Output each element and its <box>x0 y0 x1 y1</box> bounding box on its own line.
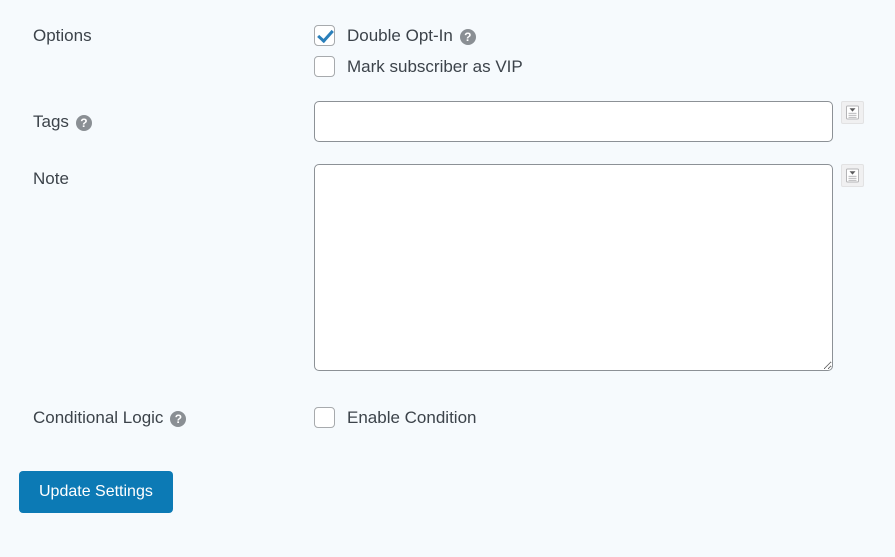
checkbox-mark-vip[interactable]: Mark subscriber as VIP <box>314 51 523 82</box>
double-opt-in-checkbox[interactable] <box>314 25 335 46</box>
note-label-text: Note <box>33 169 69 188</box>
update-settings-button[interactable]: Update Settings <box>19 471 173 513</box>
options-field: Double Opt-In ? Mark subscriber as VIP <box>314 20 895 82</box>
checkbox-double-opt-in[interactable]: Double Opt-In ? <box>314 20 523 51</box>
mark-vip-label[interactable]: Mark subscriber as VIP <box>347 56 523 78</box>
enable-condition-checkbox[interactable] <box>314 407 335 428</box>
subscriber-settings-form: Options Double Opt-In ? Mark subscriber … <box>0 0 895 557</box>
tags-smartcode-button[interactable] <box>841 101 864 124</box>
double-opt-in-label[interactable]: Double Opt-In ? <box>347 25 476 47</box>
enable-condition-label-text: Enable Condition <box>347 407 477 427</box>
tags-label-text: Tags <box>33 111 69 131</box>
help-icon[interactable]: ? <box>459 28 476 45</box>
form-actions: Update Settings <box>0 433 895 513</box>
tags-field <box>314 101 895 142</box>
conditional-logic-field: Enable Condition <box>314 402 895 433</box>
tags-label: Tags ? <box>0 101 314 142</box>
form-row-note: Note <box>0 142 895 371</box>
smartcode-icon <box>846 168 859 183</box>
note-label: Note <box>0 164 314 194</box>
options-label: Options <box>0 20 314 51</box>
note-field <box>314 164 895 371</box>
mark-vip-label-text: Mark subscriber as VIP <box>347 56 523 76</box>
conditional-logic-label-text: Conditional Logic <box>33 407 164 427</box>
options-label-text: Options <box>33 25 92 45</box>
help-icon[interactable]: ? <box>75 114 92 131</box>
note-smartcode-button[interactable] <box>841 164 864 187</box>
options-checkbox-group: Double Opt-In ? Mark subscriber as VIP <box>314 20 523 82</box>
help-icon[interactable]: ? <box>170 410 187 427</box>
conditional-logic-label: Conditional Logic ? <box>0 402 314 433</box>
mark-vip-checkbox[interactable] <box>314 56 335 77</box>
form-row-conditional-logic: Conditional Logic ? Enable Condition <box>0 371 895 433</box>
form-row-tags: Tags ? <box>0 82 895 142</box>
tags-input[interactable] <box>314 101 833 142</box>
smartcode-icon <box>846 105 859 120</box>
form-row-options: Options Double Opt-In ? Mark subscriber … <box>0 0 895 82</box>
checkbox-enable-condition[interactable]: Enable Condition <box>314 402 476 433</box>
double-opt-in-label-text: Double Opt-In <box>347 25 453 45</box>
note-textarea[interactable] <box>314 164 833 371</box>
enable-condition-label[interactable]: Enable Condition <box>347 407 476 429</box>
